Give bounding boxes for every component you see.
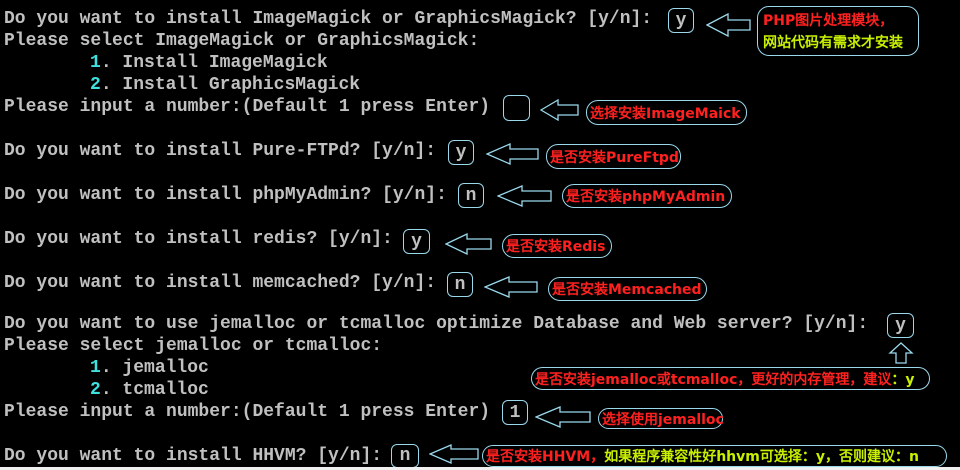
prompt-phpmyadmin: Do you want to install phpMyAdmin? [y/n]…	[4, 185, 447, 205]
answer-phpmyadmin: n	[458, 183, 484, 208]
prompt-redis: Do you want to install redis? [y/n]:	[4, 229, 393, 249]
note-memcached: 是否安装Memcached	[548, 277, 707, 301]
left-arrow-icon	[484, 276, 538, 298]
note-jemalloc: 是否安装jemalloc或tcmalloc，更好的内存管理，建议 ：y	[531, 367, 930, 390]
note-hhvm: 是否安装HHVM， 如果程序兼容性好hhvm可选择：y，否则建议：n	[482, 445, 947, 467]
answer-jemalloc: y	[887, 313, 914, 338]
answer-redis: y	[403, 229, 430, 254]
prompt-hhvm: Do you want to install HHVM? [y/n]:	[4, 446, 383, 466]
left-arrow-icon	[540, 99, 579, 121]
select-jemalloc: Please select jemalloc or tcmalloc:	[4, 336, 383, 356]
note-imagemagick: PHP图片处理模块， 网站代码有需求才安装	[757, 6, 919, 56]
prompt-jemalloc: Do you want to use jemalloc or tcmalloc …	[4, 314, 869, 334]
answer-imagemagick: y	[668, 8, 694, 33]
note-redis: 是否安装Redis	[502, 234, 612, 258]
select-imagemagick: Please select ImageMagick or GraphicsMag…	[4, 31, 480, 51]
prompt-pureftpd: Do you want to install Pure-FTPd? [y/n]:	[4, 141, 437, 161]
note-jemalloc-choice: 选择使用jemalloc	[598, 408, 724, 429]
answer-jemalloc-choice: 1	[502, 400, 528, 425]
answer-imagemagick-choice	[503, 95, 530, 121]
option-2: 2. Install GraphicsMagick	[90, 75, 361, 95]
left-arrow-icon	[497, 185, 552, 207]
prompt-imagemagick: Do you want to install ImageMagick or Gr…	[4, 9, 653, 29]
note-phpmyadmin: 是否安装phpMyAdmin	[562, 184, 732, 208]
option-2: 2. tcmalloc	[90, 380, 209, 400]
prompt-number: Please input a number:(Default 1 press E…	[4, 402, 491, 422]
left-arrow-icon	[429, 444, 479, 464]
prompt-number: Please input a number:(Default 1 press E…	[4, 97, 491, 117]
answer-memcached: n	[447, 272, 473, 297]
left-arrow-icon	[486, 143, 539, 165]
left-arrow-icon	[535, 406, 591, 428]
answer-hhvm: n	[391, 444, 419, 468]
left-arrow-icon	[706, 13, 751, 37]
up-arrow-icon	[888, 342, 914, 364]
left-arrow-icon	[445, 233, 492, 255]
option-1: 1. jemalloc	[90, 358, 209, 378]
note-pureftpd: 是否安装PureFtpd	[546, 144, 681, 169]
note-imagemagick-choice: 选择安装ImageMaick	[586, 100, 747, 125]
option-1: 1. Install ImageMagick	[90, 53, 328, 73]
answer-pureftpd: y	[448, 140, 474, 165]
prompt-memcached: Do you want to install memcached? [y/n]:	[4, 273, 437, 293]
